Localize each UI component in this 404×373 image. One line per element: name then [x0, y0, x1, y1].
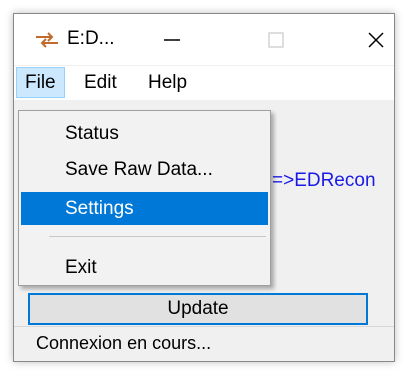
close-icon: [368, 32, 384, 48]
maximize-icon: [268, 32, 284, 48]
update-button[interactable]: Update: [28, 293, 368, 325]
minimize-icon: [164, 39, 180, 41]
menu-help[interactable]: Help: [140, 68, 195, 97]
status-text: Connexion en cours...: [36, 333, 212, 353]
menu-item-exit[interactable]: Exit: [21, 251, 268, 284]
status-bar: Connexion en cours...: [14, 326, 394, 361]
minimize-button[interactable]: [150, 24, 194, 54]
menu-item-settings[interactable]: Settings: [21, 192, 268, 225]
menu-item-status[interactable]: Status: [21, 117, 268, 150]
menu-edit[interactable]: Edit: [76, 68, 125, 97]
file-menu-dropdown: Status Save Raw Data... Settings Exit: [18, 110, 271, 286]
menu-item-save-raw-data[interactable]: Save Raw Data...: [21, 153, 268, 186]
close-button[interactable]: [354, 24, 398, 54]
menu-bar: File Edit Help: [14, 66, 394, 100]
recon-link-text: =>EDRecon: [272, 170, 376, 191]
title-bar[interactable]: E:D...: [14, 14, 394, 65]
menu-file[interactable]: File: [16, 67, 65, 98]
window-title: E:D...: [67, 28, 115, 49]
menu-separator: [49, 236, 266, 237]
arrows-icon: [34, 31, 60, 49]
maximize-button[interactable]: [254, 24, 298, 54]
